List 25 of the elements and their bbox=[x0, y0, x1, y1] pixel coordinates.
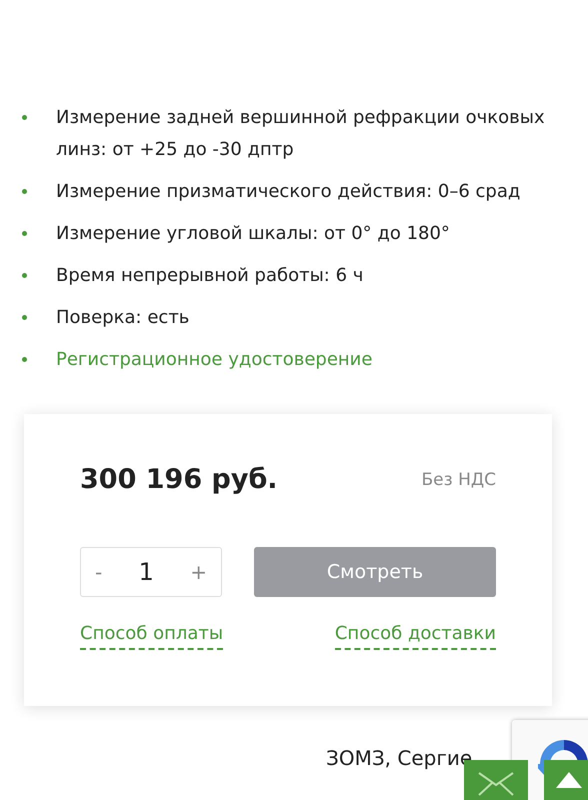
feature-text: Измерение призматического действия: 0–6 срад bbox=[56, 180, 520, 204]
footer-text: ЗОМЗ, Сергие bbox=[326, 746, 472, 770]
registration-link[interactable]: Регистрационное удостоверение bbox=[56, 344, 372, 376]
bullet-icon bbox=[22, 189, 27, 194]
feature-text: Измерение задней вершинной рефракции очковых линз: от +25 до -30 дптр bbox=[56, 106, 546, 162]
feature-text: Поверка: есть bbox=[56, 306, 190, 330]
quantity-value: 1 bbox=[138, 558, 154, 586]
quantity-field[interactable]: - 1 + bbox=[80, 547, 222, 597]
scroll-up-button[interactable] bbox=[544, 760, 588, 800]
bullet-icon bbox=[22, 273, 27, 278]
feature-text: Время непрерывной работы: 6 ч bbox=[56, 264, 364, 288]
bullet-icon bbox=[22, 115, 27, 120]
view-button[interactable]: Смотреть bbox=[254, 547, 496, 597]
up-arrow-icon bbox=[556, 772, 582, 788]
plus-button[interactable]: + bbox=[182, 556, 215, 588]
bullet-icon bbox=[22, 231, 27, 236]
feature-text: Измерение угловой шкалы: от 0° до 180° bbox=[56, 222, 450, 246]
minus-button[interactable]: - bbox=[87, 556, 110, 588]
vat-note: Без НДС bbox=[422, 470, 496, 490]
bullet-icon bbox=[22, 357, 27, 362]
payment-link[interactable]: Способ оплаты bbox=[80, 623, 224, 650]
price: 300 196 руб. bbox=[80, 464, 278, 495]
bullet-icon bbox=[22, 315, 27, 320]
envelope-icon bbox=[478, 772, 514, 796]
delivery-link[interactable]: Способ доставки bbox=[334, 623, 496, 650]
